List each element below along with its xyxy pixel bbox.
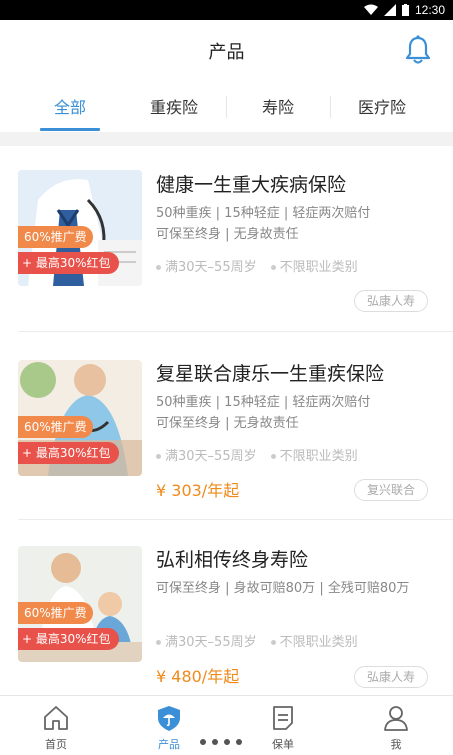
active-tab-indicator [40, 128, 100, 131]
bonus-badge: + 最高30%红包 [18, 252, 119, 274]
app-header: 产品 [0, 20, 453, 80]
nav-label: 产品 [158, 738, 180, 751]
battery-icon [401, 4, 409, 16]
product-eligibility: 满30天–55周岁 不限职业类别 [156, 445, 358, 464]
product-image-doctor: 60%推广费 + 最高30%红包 [18, 170, 142, 286]
page-indicator [200, 739, 242, 745]
product-features: 可保至终身 | 身故可赔80万 | 全残可赔80万 [156, 581, 410, 596]
commission-badge: 60%推广费 [18, 226, 93, 248]
product-card[interactable]: 60%推广费 + 最高30%红包 弘利相传终身寿险 可保至终身 | 身故可赔80… [0, 520, 453, 695]
company-tag: 弘康人寿 [354, 290, 429, 312]
age-range: 满30天–55周岁 [165, 449, 257, 464]
product-name: 复星联合康乐一生重疾保险 [156, 363, 385, 385]
bonus-badge-text: 最高30%红包 [35, 446, 111, 460]
nav-products[interactable]: 产品 [129, 696, 209, 755]
nav-home[interactable]: 首页 [16, 696, 96, 755]
product-price: ¥ 303/年起 [156, 481, 240, 500]
bonus-badge: + 最高30%红包 [18, 442, 119, 464]
notification-bell-icon[interactable] [403, 34, 433, 66]
company-tag: 复兴联合 [354, 479, 429, 501]
tab-divider [330, 96, 331, 118]
tab-medical[interactable]: 医疗险 [342, 80, 422, 132]
product-card[interactable]: 60%推广费 + 最高30%红包 复星联合康乐一生重疾保险 50种重疾 | 15… [0, 332, 453, 520]
age-range: 满30天–55周岁 [165, 260, 257, 275]
product-eligibility: 满30天–55周岁 不限职业类别 [156, 256, 358, 275]
nav-label: 首页 [45, 738, 67, 751]
nav-label: 我 [390, 738, 402, 751]
commission-badge: 60%推广费 [18, 416, 93, 438]
bonus-badge-text: 最高30%红包 [35, 256, 111, 270]
bottom-nav: 首页 产品 保单 我 [0, 695, 453, 755]
product-card[interactable]: 60%推广费 + 最高30%红包 健康一生重大疾病保险 50种重疾 | 15种轻… [0, 146, 453, 332]
page-title: 产品 [208, 42, 245, 63]
section-gap [0, 132, 453, 146]
status-bar: 12:30 [0, 0, 453, 20]
category-tabs: 全部 重疾险 寿险 医疗险 [0, 80, 453, 132]
tab-all[interactable]: 全部 [30, 80, 110, 132]
home-icon [44, 706, 68, 730]
commission-badge: 60%推广费 [18, 602, 93, 624]
product-eligibility: 满30天–55周岁 不限职业类别 [156, 631, 358, 650]
occupation: 不限职业类别 [279, 260, 358, 275]
bonus-badge-text: 最高30%红包 [35, 632, 111, 646]
product-features: 50种重疾 | 15种轻症 | 轻症两次赔付 [156, 395, 371, 410]
product-features: 50种重疾 | 15种轻症 | 轻症两次赔付 [156, 206, 371, 221]
product-features: 可保至终身 | 无身故责任 [156, 416, 299, 431]
occupation: 不限职业类别 [279, 449, 358, 464]
signal-icon [383, 4, 396, 16]
policy-document-icon [273, 706, 293, 730]
product-features: 可保至终身 | 无身故责任 [156, 227, 299, 242]
shield-umbrella-icon [158, 706, 180, 731]
status-time: 12:30 [414, 3, 445, 17]
product-image-nurse: 60%推广费 + 最高30%红包 [18, 360, 142, 476]
occupation: 不限职业类别 [279, 635, 358, 650]
product-price: ¥ 480/年起 [156, 667, 240, 686]
tab-critical-illness[interactable]: 重疾险 [134, 80, 214, 132]
wifi-icon [363, 4, 378, 15]
product-name: 弘利相传终身寿险 [156, 549, 309, 571]
product-image-family: 60%推广费 + 最高30%红包 [18, 546, 142, 662]
nav-label: 保单 [272, 738, 294, 751]
nav-policy[interactable]: 保单 [243, 696, 323, 755]
company-tag: 弘康人寿 [354, 666, 429, 688]
tab-divider [226, 96, 227, 118]
bonus-badge: + 最高30%红包 [18, 628, 119, 650]
user-icon [384, 706, 408, 731]
nav-me[interactable]: 我 [356, 696, 436, 755]
tab-life[interactable]: 寿险 [238, 80, 318, 132]
product-name: 健康一生重大疾病保险 [156, 174, 347, 196]
age-range: 满30天–55周岁 [165, 635, 257, 650]
